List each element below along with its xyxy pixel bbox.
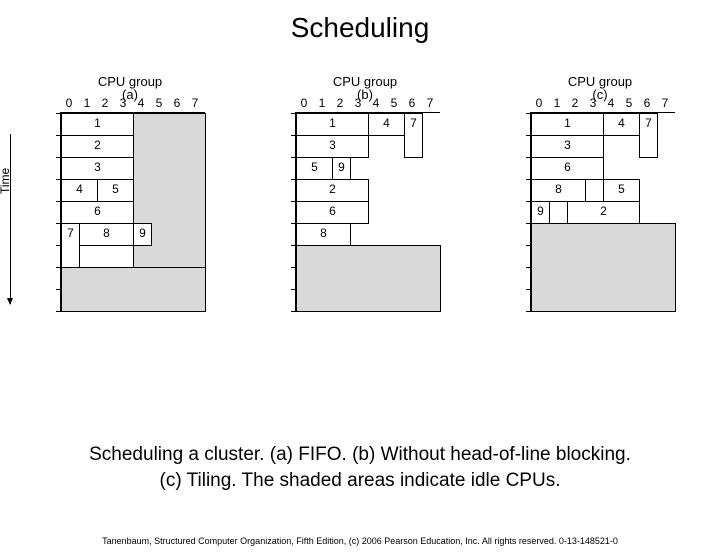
job-block: 8 <box>296 223 351 246</box>
col-header: 0 <box>60 96 78 110</box>
col-header: 4 <box>602 96 620 110</box>
job-block: 1 <box>531 113 604 136</box>
job-block: 2 <box>61 135 134 158</box>
col-header: 5 <box>150 96 168 110</box>
idle-region <box>296 245 441 312</box>
figure-caption: Scheduling a cluster. (a) FIFO. (b) With… <box>0 442 720 493</box>
figure: Time CPU group (a) 01234567123456897 CPU… <box>0 74 720 384</box>
col-header: 5 <box>385 96 403 110</box>
col-header: 4 <box>132 96 150 110</box>
col-header: 4 <box>367 96 385 110</box>
col-header: 7 <box>656 96 674 110</box>
idle-region <box>531 223 676 312</box>
col-header: 5 <box>620 96 638 110</box>
job-block: 4 <box>368 113 405 136</box>
job-block: 8 <box>79 223 134 246</box>
col-header: 1 <box>548 96 566 110</box>
job-block: 9 <box>133 223 152 246</box>
col-header: 6 <box>638 96 656 110</box>
job-block: 3 <box>531 135 604 158</box>
col-header: 7 <box>186 96 204 110</box>
col-header: 6 <box>403 96 421 110</box>
col-header: 3 <box>584 96 602 110</box>
col-header: 2 <box>331 96 349 110</box>
time-axis-label: Time <box>0 168 12 194</box>
copyright-footer: Tanenbaum, Structured Computer Organizat… <box>0 536 720 546</box>
col-header: 2 <box>96 96 114 110</box>
col-header: 7 <box>421 96 439 110</box>
col-header: 0 <box>530 96 548 110</box>
job-block: 3 <box>61 157 134 180</box>
job-block: 4 <box>61 179 98 202</box>
job-block: 7 <box>61 223 80 268</box>
job-block: 9 <box>531 201 550 224</box>
job-block: 4 <box>603 113 640 136</box>
col-header: 0 <box>295 96 313 110</box>
job-block: 9 <box>332 157 351 180</box>
job-block: 8 <box>531 179 586 202</box>
job-block: 1 <box>61 113 134 136</box>
job-block: 1 <box>296 113 369 136</box>
job-block: 7 <box>404 113 423 158</box>
job-block: 5 <box>296 157 333 180</box>
col-header: 3 <box>114 96 132 110</box>
job-block: 6 <box>531 157 604 180</box>
job-block: 2 <box>296 179 369 202</box>
job-block: 3 <box>296 135 369 158</box>
idle-region <box>61 267 206 312</box>
col-header: 6 <box>168 96 186 110</box>
job-block: 5 <box>97 179 134 202</box>
job-block: 5 <box>603 179 640 202</box>
caption-line1: Scheduling a cluster. (a) FIFO. (b) With… <box>89 444 631 465</box>
col-header: 1 <box>78 96 96 110</box>
job-block: 2 <box>567 201 640 224</box>
caption-line2: (c) Tiling. The shaded areas indicate id… <box>160 470 561 491</box>
time-arrow <box>10 134 11 304</box>
col-header: 2 <box>566 96 584 110</box>
page-title: Scheduling <box>0 12 720 44</box>
col-header: 1 <box>313 96 331 110</box>
job-block: 6 <box>61 201 134 224</box>
col-header: 3 <box>349 96 367 110</box>
job-block: 6 <box>296 201 369 224</box>
job-block: 7 <box>639 113 658 158</box>
